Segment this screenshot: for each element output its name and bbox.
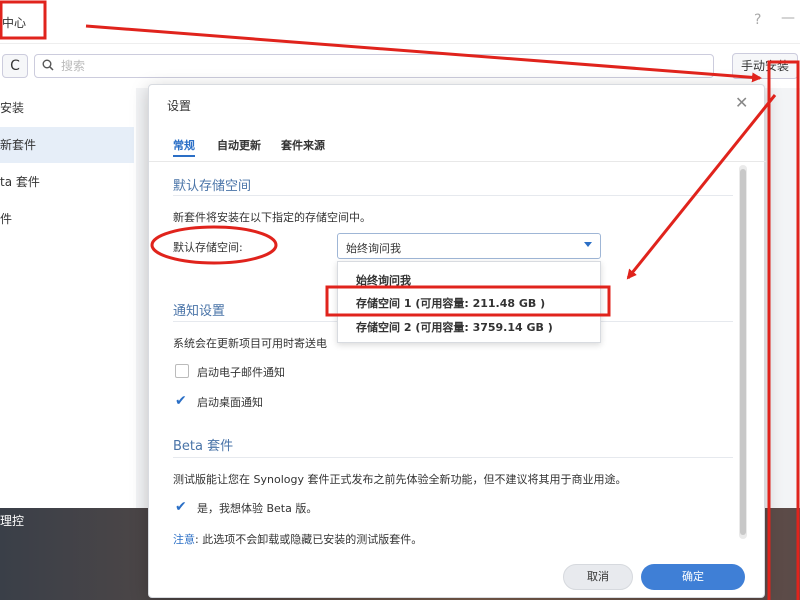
beta-note: 注意: 此选项不会卸载或隐藏已安装的测试版套件。: [173, 531, 422, 547]
app-title-bar: 中心 ? —: [0, 0, 800, 44]
dialog-scrollbar[interactable]: [739, 165, 747, 539]
settings-dialog: 设置 ✕ 常规 自动更新 套件来源 默认存储空间 新套件将安装在以下指定的存储空…: [148, 84, 766, 598]
search-input[interactable]: [61, 57, 701, 75]
ok-button[interactable]: 确定: [641, 564, 745, 590]
sidebar-item-all-packages[interactable]: 新套件: [0, 127, 134, 163]
section-divider: [173, 195, 733, 196]
notification-section-title: 通知设置: [173, 304, 226, 319]
app-title: 中心: [2, 16, 27, 30]
dropdown-option-always-ask[interactable]: 始终询问我: [356, 272, 411, 288]
storage-section-title: 默认存储空间: [173, 179, 252, 194]
notification-description: 系统会在更新项目可用时寄送电: [173, 337, 327, 350]
storage-description: 新套件将安装在以下指定的存储空间中。: [173, 211, 371, 224]
sidebar-item-community[interactable]: 件: [0, 201, 134, 237]
desktop-notify-label[interactable]: 启动桌面通知: [197, 394, 263, 410]
dropdown-option-volume-1[interactable]: 存储空间 1 (可用容量: 211.48 GB ): [356, 295, 545, 311]
desktop-label: 理控: [0, 514, 25, 528]
close-icon[interactable]: ✕: [735, 93, 748, 112]
beta-opt-in-label[interactable]: 是，我想体验 Beta 版。: [197, 500, 317, 516]
email-notify-label[interactable]: 启动电子邮件通知: [197, 364, 285, 380]
email-notify-checkbox[interactable]: [175, 364, 189, 378]
storage-select-value: 始终询问我: [346, 242, 401, 255]
help-icon[interactable]: ?: [754, 12, 761, 28]
dropdown-option-volume-2[interactable]: 存储空间 2 (可用容量: 3759.14 GB ): [356, 319, 553, 335]
search-box[interactable]: [34, 54, 714, 78]
storage-dropdown-menu: 始终询问我 存储空间 1 (可用容量: 211.48 GB ) 存储空间 2 (…: [337, 261, 601, 343]
cancel-button[interactable]: 取消: [563, 564, 633, 590]
sidebar-item-beta-packages[interactable]: ta 套件: [0, 164, 134, 200]
tab-general[interactable]: 常规: [173, 137, 195, 157]
beta-section-title: Beta 套件: [173, 439, 234, 454]
app-toolbar: C 手动安装: [0, 46, 800, 86]
note-label: 注意: [173, 533, 195, 546]
storage-field-label: 默认存储空间:: [173, 241, 243, 254]
beta-description: 测试版能让您在 Synology 套件正式发布之前先体验全新功能，但不建议将其用…: [173, 473, 627, 486]
manual-install-button[interactable]: 手动安装: [732, 53, 798, 79]
dialog-title: 设置: [167, 99, 192, 113]
minimize-icon[interactable]: —: [781, 10, 795, 26]
section-divider: [173, 457, 733, 458]
chevron-down-icon: [584, 242, 592, 247]
tab-auto-update[interactable]: 自动更新: [217, 137, 261, 153]
desktop-notify-checkbox[interactable]: ✔: [175, 394, 187, 408]
tab-divider: [149, 161, 766, 162]
storage-select[interactable]: 始终询问我: [337, 233, 601, 259]
beta-opt-in-checkbox[interactable]: ✔: [175, 500, 187, 514]
scrollbar-thumb[interactable]: [740, 169, 746, 535]
refresh-button[interactable]: C: [2, 54, 28, 78]
sidebar: 安装 新套件 ta 套件 件: [0, 88, 136, 508]
sidebar-item-installed[interactable]: 安装: [0, 90, 134, 126]
note-text: : 此选项不会卸载或隐藏已安装的测试版套件。: [195, 533, 423, 546]
search-icon: [42, 59, 54, 74]
tab-package-sources[interactable]: 套件来源: [281, 137, 325, 153]
